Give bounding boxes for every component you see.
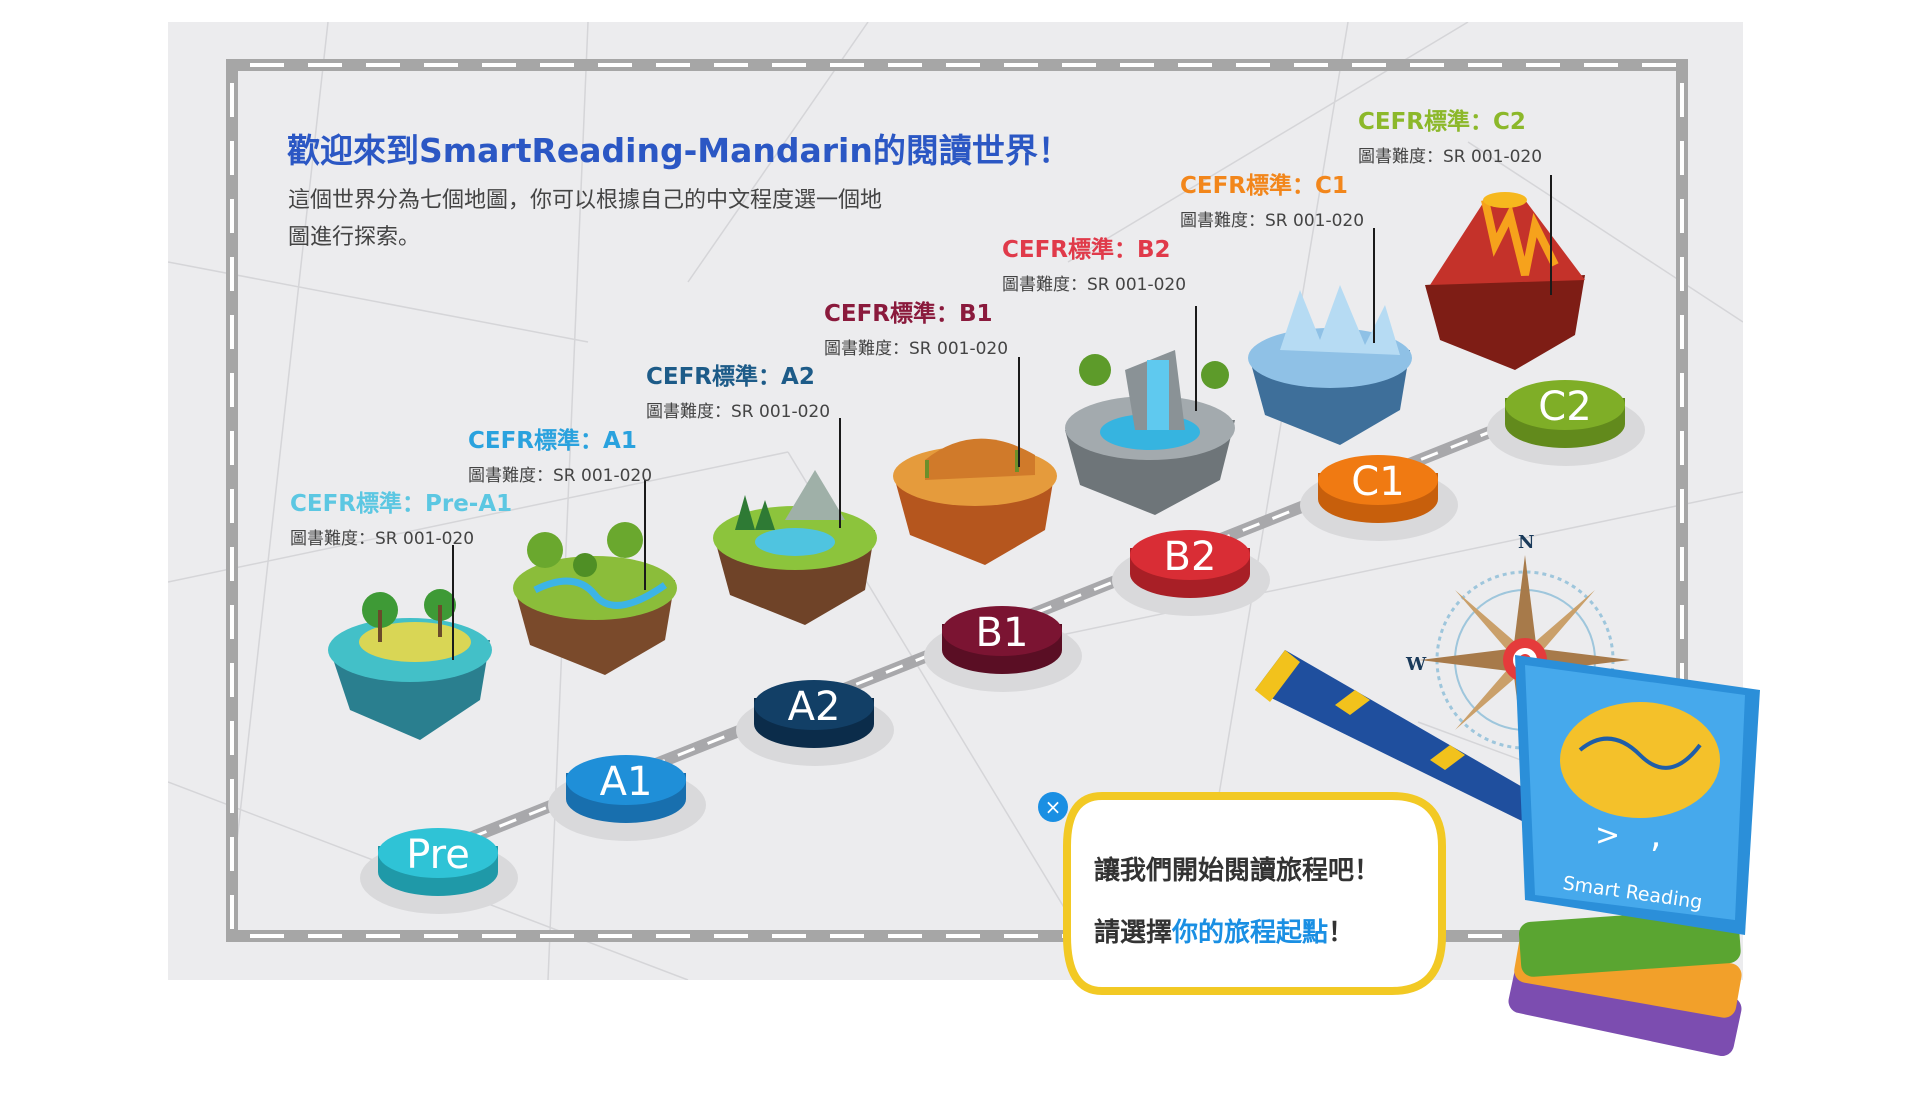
level-label-pre-a1: CEFR標準：Pre-A1 圖書難度：SR 001-020 (290, 484, 512, 549)
level-name: CEFR標準：Pre-A1 (290, 491, 513, 517)
level-name: CEFR標準：A2 (646, 364, 815, 390)
level-button-a2[interactable]: A2 (736, 680, 894, 766)
speech-line-1: 讓我們開始閱讀旅程吧！ (1094, 856, 1381, 886)
pointer-line (1018, 357, 1020, 467)
pointer-line (644, 480, 646, 590)
level-name: CEFR標準：B1 (824, 301, 993, 327)
level-label-c1: CEFR標準：C1 圖書難度：SR 001-020 (1180, 166, 1364, 231)
pointer-line (1550, 175, 1552, 295)
level-difficulty: 圖書難度：SR 001-020 (646, 402, 831, 422)
island-icon (713, 470, 877, 625)
level-difficulty: 圖書難度：SR 001-020 (1180, 211, 1365, 231)
speech-line-2-highlight: 你的旅程起點 (1172, 918, 1329, 948)
level-difficulty: 圖書難度：SR 001-020 (290, 529, 475, 549)
level-name: CEFR標準：C1 (1180, 173, 1348, 199)
pointer-line (1195, 306, 1197, 411)
level-button-label: B2 (1163, 534, 1217, 580)
compass-n: N (1518, 532, 1534, 553)
level-button-label: C2 (1538, 384, 1592, 430)
speech-line-2-prefix: 請選擇 (1094, 918, 1173, 948)
level-difficulty: 圖書難度：SR 001-020 (1358, 147, 1543, 167)
level-difficulty: 圖書難度：SR 001-020 (468, 466, 653, 486)
pointer-line (839, 418, 841, 528)
speech-bubble (1063, 792, 1446, 995)
level-button-c2[interactable]: C2 (1487, 380, 1645, 466)
speech-line-2: 請選擇你的旅程起點！ (1094, 912, 1354, 949)
level-label-b1: CEFR標準：B1 圖書難度：SR 001-020 (824, 294, 1008, 359)
level-button-label: Pre (406, 832, 470, 878)
speech-line-2-suffix: ！ (1328, 918, 1355, 948)
level-button-b1[interactable]: B1 (924, 606, 1082, 692)
welcome-description: 這個世界分為七個地圖，你可以根據自己的中文程度選一個地圖進行探索。 (288, 188, 883, 250)
level-label-c2: CEFR標準：C2 圖書難度：SR 001-020 (1358, 102, 1542, 167)
island-icon (893, 438, 1057, 565)
level-button-label: A1 (599, 759, 653, 805)
level-button-a1[interactable]: A1 (548, 755, 706, 841)
island-icon (513, 522, 677, 675)
mascot-book-icon: > , Smart Reading (1508, 655, 1760, 1057)
svg-text:,: , (1650, 815, 1661, 856)
island-icon (1248, 285, 1412, 445)
close-button[interactable]: × (1038, 792, 1068, 822)
level-button-b2[interactable]: B2 (1112, 530, 1270, 616)
close-icon: × (1044, 795, 1062, 819)
level-button-pre[interactable]: Pre (360, 828, 518, 914)
level-button-label: C1 (1351, 459, 1405, 505)
welcome-title: 歡迎來到SmartReading-Mandarin的閱讀世界！ (287, 131, 1071, 171)
island-icon (328, 589, 492, 740)
pointer-line (1373, 228, 1375, 343)
level-name: CEFR標準：A1 (468, 428, 637, 454)
level-label-a1: CEFR標準：A1 圖書難度：SR 001-020 (468, 421, 652, 486)
level-button-label: A2 (787, 684, 841, 730)
level-label-b2: CEFR標準：B2 圖書難度：SR 001-020 (1002, 230, 1186, 295)
level-name: CEFR標準：C2 (1358, 109, 1526, 135)
level-label-a2: CEFR標準：A2 圖書難度：SR 001-020 (646, 357, 830, 422)
level-name: CEFR標準：B2 (1002, 237, 1171, 263)
island-icon (1065, 350, 1235, 515)
island-icon (1425, 192, 1585, 370)
level-difficulty: 圖書難度：SR 001-020 (824, 339, 1009, 359)
svg-text:>: > (1595, 818, 1620, 853)
level-button-c1[interactable]: C1 (1300, 455, 1458, 541)
pointer-line (452, 545, 454, 660)
level-button-label: B1 (975, 610, 1029, 656)
level-difficulty: 圖書難度：SR 001-020 (1002, 275, 1187, 295)
